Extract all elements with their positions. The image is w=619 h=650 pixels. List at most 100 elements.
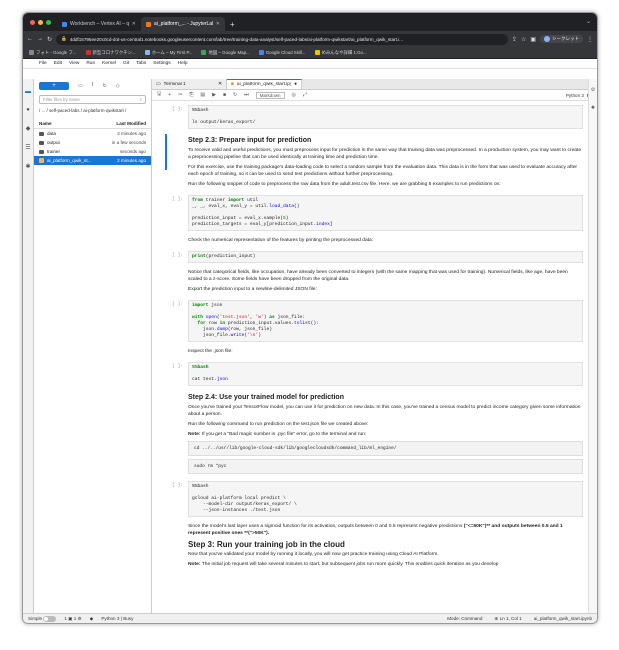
markdown-cell[interactable]: Since the model's last layer uses a sigm…	[172, 521, 583, 571]
bookmark-favicon-icon	[144, 50, 150, 55]
menu-help[interactable]: Help	[178, 61, 188, 66]
cell-type-select[interactable]: Markdown	[255, 91, 285, 99]
save-icon[interactable]: 🖫	[157, 91, 161, 99]
minimize-window-button[interactable]	[38, 19, 43, 25]
code-editor[interactable]: import json with open('test.json', 'w') …	[188, 300, 583, 342]
commands-icon[interactable]: ☰	[25, 144, 30, 151]
bookmark-item[interactable]: ホーム – My First P...	[144, 50, 192, 56]
markdown-cell[interactable]: Step 2.3: Prepare input for prediction T…	[172, 133, 583, 191]
file-row-output[interactable]: output in a few seconds	[34, 138, 151, 147]
extensions-icon[interactable]: ▣	[530, 36, 536, 43]
markdown-cell[interactable]: Notice that categorical fields, like occ…	[172, 267, 583, 296]
bookmark-item[interactable]: フォト - Google フ...	[29, 50, 77, 56]
menu-settings[interactable]: Settings	[153, 61, 170, 66]
add-cell-icon[interactable]: +	[168, 92, 171, 98]
markdown-cell[interactable]: Check the numerical representation of th…	[172, 235, 583, 247]
new-tab-button[interactable]: +	[225, 20, 240, 31]
refresh-icon[interactable]: ↻	[103, 83, 107, 89]
code-editor[interactable]: %%bash gcloud ai-platform local predict …	[188, 481, 583, 517]
git-diff-icon[interactable]: ◎	[292, 92, 296, 98]
property-inspector-icon[interactable]: ⚙	[591, 87, 595, 93]
tab-search-chevron-icon[interactable]: ⌄	[586, 18, 591, 25]
folder-icon[interactable]: ▬	[25, 89, 31, 95]
menu-edit[interactable]: Edit	[54, 61, 62, 66]
column-modified-header[interactable]: Last Modified	[116, 121, 146, 126]
cut-icon[interactable]: ✂	[178, 92, 182, 98]
mode-status: Mode: Command	[447, 615, 483, 621]
close-tab-icon[interactable]: ✕	[216, 21, 220, 27]
menu-file[interactable]: File	[39, 61, 47, 66]
copy-icon[interactable]: ⎘	[189, 92, 193, 98]
close-tab-icon[interactable]: ✕	[132, 21, 136, 27]
close-window-button[interactable]	[30, 19, 35, 25]
paste-icon[interactable]: ▤	[200, 92, 205, 98]
paragraph: For this exercise, use the training pack…	[188, 165, 578, 177]
git-status-icon[interactable]: ◆	[90, 616, 94, 622]
file-filter-input[interactable]: Filter files by name ⌕	[39, 95, 146, 104]
code-editor[interactable]: %%bash cat test.json	[188, 362, 583, 386]
browser-menu-icon[interactable]: ⋮	[587, 36, 593, 43]
paragraph: Run the following command to run predict…	[188, 422, 369, 427]
kernel-status[interactable]: Python 3 | Busy	[101, 616, 133, 621]
cursor-position[interactable]: ⊕ Ln 1, Col 1	[494, 616, 521, 622]
breadcrumb[interactable]: / ... / self-paced-labs / ai-platform-qw…	[34, 106, 151, 116]
doc-tab-terminal[interactable]: ▭ Terminal 1 ✕	[152, 79, 227, 89]
code-cell[interactable]: [ ]: %%bash cat test.json	[172, 362, 583, 386]
toggle-switch[interactable]	[43, 615, 57, 622]
menu-git[interactable]: Git	[123, 61, 129, 66]
menu-run[interactable]: Run	[86, 61, 95, 66]
menu-kernel[interactable]: Kernel	[102, 61, 116, 66]
address-bar[interactable]: 🔒 4ddf15795ee20c0cd-dot-us-central1.note…	[56, 33, 508, 45]
file-row-data[interactable]: data 3 minutes ago	[34, 129, 151, 138]
debugger-icon[interactable]: ✹	[591, 105, 595, 111]
stop-icon[interactable]: ■	[223, 92, 226, 98]
close-icon[interactable]: ●	[294, 82, 297, 87]
incognito-profile-button[interactable]: シークレット	[540, 35, 583, 43]
column-name-header[interactable]: Name	[39, 121, 52, 126]
close-icon[interactable]: ✕	[218, 82, 222, 87]
paragraph: Now that you've validated your model by …	[188, 552, 439, 557]
pending-changes-icon[interactable]: ⤢	[303, 92, 307, 98]
code-cell[interactable]: [ ]: from trainer import util _, _, eval…	[172, 195, 583, 231]
browser-tab-jupyterlab[interactable]: ai_platform_... - JupyterLab ✕	[141, 17, 225, 31]
upload-icon[interactable]: ⭱	[92, 82, 94, 90]
code-cell[interactable]: [ ]: import json with open('test.json', …	[172, 300, 583, 342]
bookmark-item[interactable]: 新型コロナワクチン...	[85, 50, 136, 56]
share-icon[interactable]: ⇪	[512, 36, 517, 43]
file-row-notebook[interactable]: ai_platform_qwik_st... 2 minutes ago	[34, 156, 151, 165]
browser-tab-workbench[interactable]: Workbench – Vertex AI – qwik ✕	[57, 17, 141, 31]
git-clone-icon[interactable]: ◇	[116, 83, 120, 89]
notebook-content[interactable]: [ ]: %%bash ls output/keras_export/ Step…	[152, 101, 597, 613]
extensions-puzzle-icon[interactable]: ✱	[25, 163, 30, 170]
bookmark-item[interactable]: 地図 – Google Map...	[201, 50, 250, 56]
new-folder-icon[interactable]: ▭	[78, 83, 83, 89]
markdown-cell[interactable]: Inspect the .json file:	[172, 346, 583, 358]
new-launcher-button[interactable]: +	[39, 82, 69, 90]
bookmark-item[interactable]: Google Cloud Skill...	[258, 50, 306, 55]
restart-run-all-icon[interactable]: ⏭	[244, 92, 249, 98]
code-cell[interactable]: [ ]: print(prediction_input)	[172, 251, 583, 263]
menu-tabs[interactable]: Tabs	[136, 61, 146, 66]
maximize-window-button[interactable]	[46, 19, 51, 25]
bookmark-star-icon[interactable]: ☆	[521, 36, 526, 43]
code-cell[interactable]: [ ]: %%bash ls output/keras_export/	[172, 105, 583, 129]
terminal-count[interactable]: 1 ▣ 1 ⚙	[64, 616, 81, 622]
menu-view[interactable]: View	[69, 61, 79, 66]
markdown-cell[interactable]: Step 2.4: Use your trained model for pre…	[172, 390, 583, 477]
simple-mode-toggle[interactable]: Simple	[28, 615, 57, 622]
back-icon[interactable]: ←	[27, 36, 33, 42]
code-editor[interactable]: print(prediction_input)	[188, 251, 583, 263]
code-editor[interactable]: from trainer import util _, _, eval_x, e…	[188, 195, 583, 231]
git-icon[interactable]: ◆	[26, 125, 31, 132]
forward-icon[interactable]: →	[37, 36, 43, 42]
bookmark-item[interactable]: めみんなや詳細 1:Go...	[314, 50, 367, 56]
code-editor[interactable]: %%bash ls output/keras_export/	[188, 105, 583, 129]
run-icon[interactable]: ▶	[212, 92, 216, 98]
running-icon[interactable]: ●	[26, 107, 30, 113]
restart-icon[interactable]: ↻	[233, 92, 237, 98]
doc-tab-notebook[interactable]: ■ ai_platform_qwik_start.ipyn ●	[227, 79, 302, 89]
jupyter-menu-bar: File Edit View Run Kernel Git Tabs Setti…	[23, 59, 597, 69]
reload-icon[interactable]: ↻	[47, 36, 52, 43]
file-row-trainer[interactable]: trainer seconds ago	[34, 147, 151, 156]
code-cell[interactable]: [ ]: %%bash gcloud ai-platform local pre…	[172, 481, 583, 517]
